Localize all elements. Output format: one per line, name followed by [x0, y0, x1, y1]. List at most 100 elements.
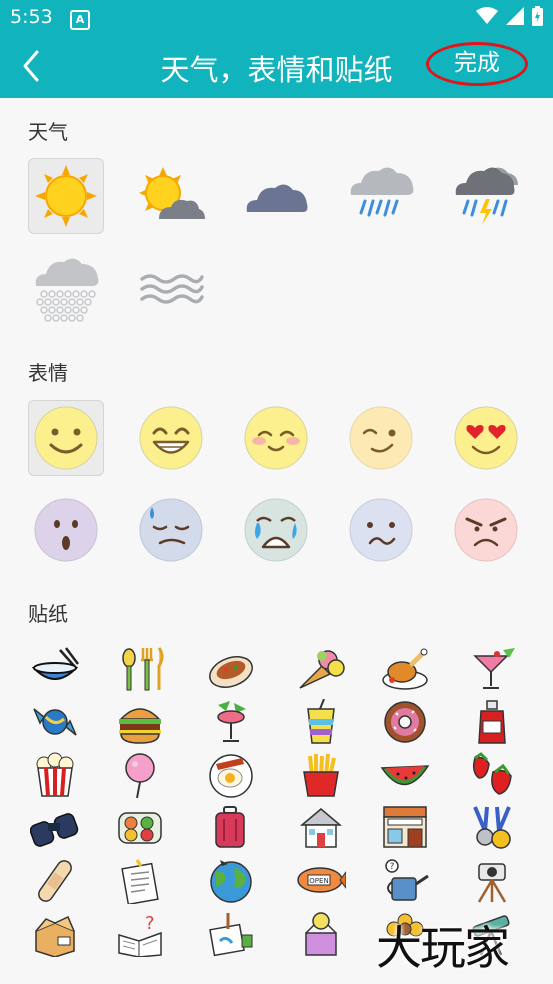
emoji-crying[interactable] [238, 492, 314, 568]
weather-thunderstorm[interactable] [448, 158, 524, 234]
wink-icon [349, 406, 413, 470]
sticker-binoculars[interactable] [27, 803, 83, 853]
fork-spoon-icon [122, 647, 164, 691]
tropical-drink-icon [217, 701, 246, 742]
emoji-blush[interactable] [238, 400, 314, 476]
sticker-notebook[interactable] [112, 856, 168, 906]
weather-sunny[interactable] [28, 158, 104, 234]
sticker-restaurant[interactable] [377, 803, 433, 853]
sticker-paint-canvas[interactable] [203, 909, 259, 959]
status-bar: 5:53 A [0, 0, 553, 36]
thunderstorm-icon [455, 167, 518, 225]
sticker-globe[interactable] [203, 856, 259, 906]
wifi-icon [476, 7, 498, 24]
emoji-surprised[interactable] [28, 492, 104, 568]
sunny-icon [35, 165, 97, 227]
sticker-suitcase[interactable] [203, 803, 259, 853]
sticker-popcorn[interactable] [27, 750, 83, 800]
french-fries-icon [303, 753, 339, 797]
partly-cloudy-icon [139, 167, 205, 219]
sticker-fried-egg[interactable] [203, 750, 259, 800]
emoji-smile[interactable] [28, 400, 104, 476]
sticker-bowl-chopsticks[interactable] [27, 644, 83, 694]
sticker-blimp[interactable]: OPEN [293, 856, 349, 906]
emoji-wink[interactable] [343, 400, 419, 476]
heart-eyes-icon [454, 406, 518, 470]
sticker-ketchup[interactable] [464, 697, 520, 747]
app-notification-icon: A [70, 10, 90, 30]
paint-canvas-icon [209, 913, 253, 957]
angry-icon [454, 498, 518, 562]
lightbulb-box-icon [305, 912, 337, 956]
notebook-icon [121, 859, 159, 904]
sticker-watermelon[interactable] [377, 750, 433, 800]
globe-icon [210, 860, 252, 903]
sticker-camera-tripod[interactable] [464, 856, 520, 906]
restaurant-icon [383, 806, 427, 848]
sticker-medals[interactable] [464, 803, 520, 853]
emoji-angry[interactable] [448, 492, 524, 568]
sticker-roast-fish[interactable] [203, 644, 259, 694]
roast-fish-icon [209, 656, 253, 688]
cloudy-icon [246, 184, 308, 212]
bowl-chopsticks-icon [31, 647, 79, 680]
surprised-icon [34, 498, 98, 562]
crying-icon [244, 498, 308, 562]
sticker-bandage[interactable] [27, 856, 83, 906]
sticker-sushi[interactable] [112, 803, 168, 853]
sticker-roast-chicken[interactable] [377, 644, 433, 694]
sticker-house[interactable] [293, 803, 349, 853]
svg-text:?: ? [390, 862, 395, 872]
sticker-strawberries[interactable] [464, 750, 520, 800]
sticker-cotton-candy[interactable] [112, 750, 168, 800]
camera-tripod-icon [477, 863, 507, 903]
weather-cloudy[interactable] [238, 158, 314, 234]
sticker-tropical-drink[interactable] [203, 697, 259, 747]
weather-rain[interactable] [343, 158, 419, 234]
cotton-candy-icon [125, 753, 155, 798]
cocktail-icon [473, 648, 515, 689]
title-bar: 天气，表情和贴纸 完成 [0, 36, 553, 98]
sticker-candy[interactable] [27, 697, 83, 747]
confused-icon [349, 498, 413, 562]
sushi-icon [118, 812, 162, 844]
sticker-watering-can[interactable]: ? [377, 856, 433, 906]
house-icon [299, 808, 343, 848]
burger-icon [119, 708, 161, 744]
signal-icon [506, 7, 524, 25]
suitcase-icon [215, 806, 245, 848]
sticker-question-book[interactable]: ? [112, 909, 168, 959]
sticker-cocktail[interactable] [464, 644, 520, 694]
emoji-confused[interactable] [343, 492, 419, 568]
sad-sweat-icon [139, 498, 203, 562]
open-box-icon [35, 915, 75, 957]
candy-icon [33, 708, 77, 736]
sticker-lightbulb-box[interactable] [293, 909, 349, 959]
weather-partly-cloudy[interactable] [133, 158, 209, 234]
emoji-grin[interactable] [133, 400, 209, 476]
watermelon-icon [380, 765, 430, 786]
sticker-french-fries[interactable] [293, 750, 349, 800]
blimp-icon: OPEN [297, 867, 346, 893]
weather-snow[interactable] [28, 251, 104, 327]
sticker-donut[interactable] [377, 697, 433, 747]
question-book-icon: ? [118, 913, 162, 957]
fried-egg-icon [209, 754, 253, 798]
grin-icon [139, 406, 203, 470]
ketchup-icon [478, 700, 506, 744]
emoji-heart-eyes[interactable] [448, 400, 524, 476]
system-icons [476, 6, 543, 26]
sticker-fork-spoon[interactable] [112, 644, 168, 694]
sticker-ice-cream[interactable] [293, 644, 349, 694]
fog-icon [140, 274, 204, 304]
roast-chicken-icon [382, 648, 428, 690]
sticker-smoothie[interactable] [293, 697, 349, 747]
weather-fog[interactable] [133, 251, 209, 327]
sticker-open-box[interactable] [27, 909, 83, 959]
done-button[interactable]: 完成 [426, 42, 528, 86]
medals-icon [473, 806, 511, 849]
watering-can-icon: ? [385, 859, 429, 901]
emoji-sad-sweat[interactable] [133, 492, 209, 568]
rain-icon [350, 167, 414, 217]
sticker-burger[interactable] [112, 697, 168, 747]
